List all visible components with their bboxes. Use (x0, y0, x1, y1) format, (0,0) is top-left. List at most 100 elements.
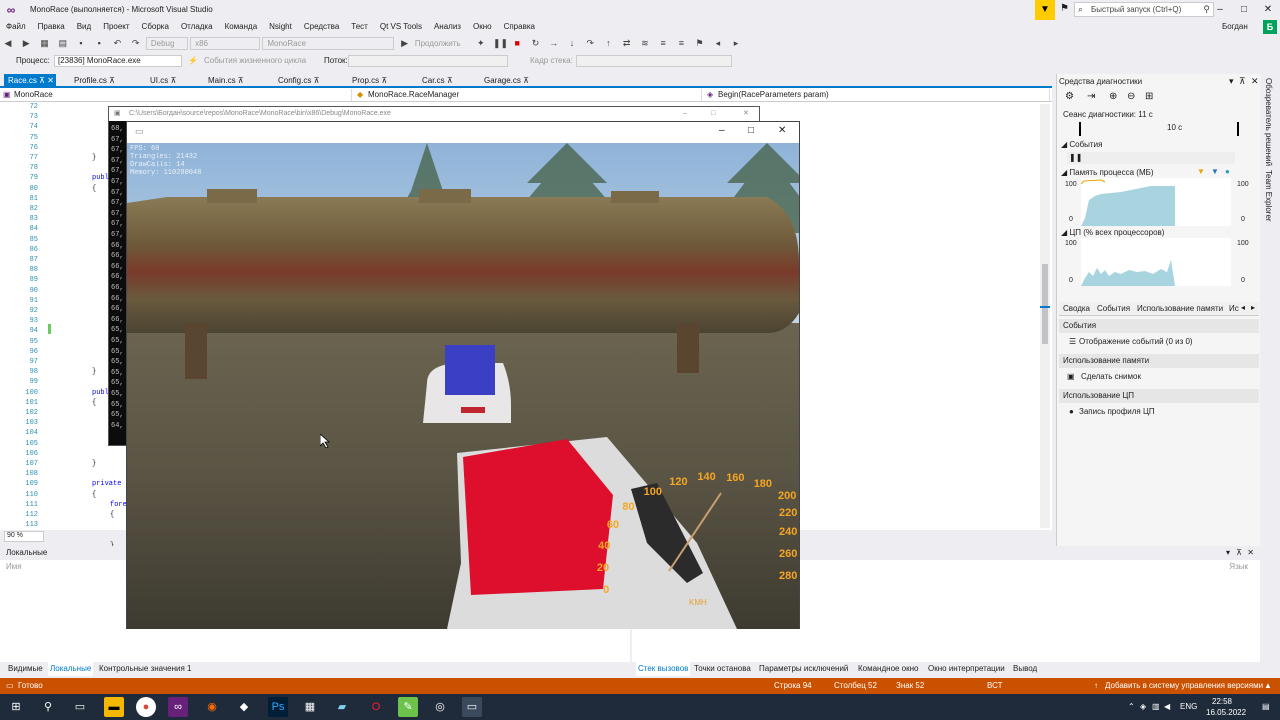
menu-item[interactable]: Проект (103, 20, 129, 34)
uncomment-icon[interactable]: ≡ (675, 37, 687, 49)
editor-vertical-scrollbar[interactable] (1040, 104, 1050, 528)
maximize-button[interactable]: □ (1232, 0, 1256, 20)
menu-item[interactable]: Файл (6, 20, 26, 34)
opera-icon[interactable]: O (366, 697, 386, 717)
game-viewport[interactable]: KMH FPS: 60 Triangles: 21432 DrawCalls: 14… (127, 143, 799, 629)
step-out-icon[interactable]: ↑ (602, 37, 614, 49)
volume-icon[interactable]: ◀ (1164, 694, 1170, 720)
task-view-icon[interactable]: ▭ (70, 697, 90, 717)
tab-cpu-usage[interactable]: Ис (1229, 304, 1239, 313)
notifications-icon[interactable]: ⚑ (1060, 3, 1069, 14)
tray-app-icon[interactable]: ◈ (1140, 694, 1146, 720)
photoshop-icon[interactable]: Ps (268, 697, 288, 717)
team-explorer-tab[interactable]: Team Explorer (1264, 170, 1273, 222)
forward-icon[interactable]: ▶ (20, 37, 32, 49)
file-explorer-icon[interactable]: ▬ (104, 697, 124, 717)
configuration-select[interactable]: Debug (145, 37, 188, 50)
locals-name-column[interactable]: Имя (6, 562, 22, 571)
game-title-bar[interactable]: ▭ – □ ✕ (127, 122, 799, 143)
export-icon[interactable]: ⇥ (1087, 91, 1095, 102)
cpu-graph[interactable] (1081, 238, 1231, 286)
tab-pin-icon[interactable]: ⊼ (236, 76, 244, 85)
close-button[interactable]: ✕ (1256, 0, 1280, 20)
break-all-icon[interactable]: ❚❚ (493, 37, 508, 49)
tabs-next-icon[interactable]: ▸ (1251, 303, 1255, 312)
document-tab[interactable]: Prop.cs ⊼ (348, 74, 408, 88)
project-nav-select[interactable]: ▣ MonoRace (0, 89, 352, 101)
step-over-icon[interactable]: ↷ (584, 37, 596, 49)
menu-item[interactable]: Тест (351, 20, 368, 34)
threads-icon[interactable]: ≋ (639, 37, 651, 49)
timeline-ruler[interactable]: 10 с (1079, 122, 1239, 136)
next-bookmark-icon[interactable]: ▸ (730, 37, 742, 49)
panel-close-icon[interactable]: ✕ (1251, 76, 1259, 87)
action-center-icon[interactable]: ▤ (1262, 694, 1270, 720)
tab-command-window[interactable]: Командное окно (858, 662, 919, 676)
menu-item[interactable]: Анализ (434, 20, 461, 34)
clock[interactable]: 22:58 16.05.2022 (1206, 694, 1246, 718)
save-icon[interactable]: ▪ (75, 37, 87, 49)
user-name[interactable]: Богдан (1222, 22, 1248, 31)
tab-pin-icon[interactable]: ⊼ (107, 76, 115, 85)
tab-events[interactable]: События (1097, 304, 1130, 313)
continue-icon[interactable]: ▶ (399, 37, 411, 49)
menu-item[interactable]: Сборка (142, 20, 169, 34)
comment-icon[interactable]: ≡ (657, 37, 669, 49)
notifications-bell-icon[interactable]: ▲ (1264, 678, 1272, 694)
tab-autos[interactable]: Видимые (8, 662, 43, 676)
tab-breakpoints[interactable]: Точки останова (694, 662, 751, 676)
zoom-select[interactable]: 90 % (4, 531, 44, 542)
thread-select[interactable] (348, 55, 508, 67)
tab-pin-icon[interactable]: ⊼ (168, 76, 176, 85)
game-close-button[interactable]: ✕ (778, 125, 786, 136)
save-all-icon[interactable]: ▪ (93, 37, 105, 49)
tabs-prev-icon[interactable]: ◂ (1241, 303, 1245, 312)
redo-icon[interactable]: ↷ (130, 37, 142, 49)
callstack-dropdown-icon[interactable]: ▾ (1226, 546, 1230, 560)
zoom-in-icon[interactable]: ⊕ (1109, 91, 1117, 102)
memory-graph[interactable] (1081, 178, 1231, 226)
panel-dropdown-icon[interactable]: ▾ (1229, 76, 1234, 87)
stack-frame-select[interactable] (576, 55, 732, 67)
callstack-pin-icon[interactable]: ⊼ (1236, 546, 1242, 560)
process-select[interactable]: [23836] MonoRace.exe (54, 55, 182, 67)
menu-item[interactable]: Вид (77, 20, 91, 34)
network-icon[interactable]: ▥ (1152, 694, 1160, 720)
quick-launch-input[interactable]: ⌕ Быстрый запуск (Ctrl+Q) ⚲ (1074, 2, 1214, 17)
unity-icon[interactable]: ◆ (234, 697, 254, 717)
blender-icon[interactable]: ◉ (202, 697, 222, 717)
tab-pin-icon[interactable]: ⊼ (521, 76, 529, 85)
tab-pin-icon[interactable]: ⊼ (379, 76, 387, 85)
hot-reload-icon[interactable]: ✦ (475, 37, 487, 49)
lifecycle-events-icon[interactable]: ⚡ (188, 53, 198, 68)
notepad-plus-icon[interactable]: ✎ (398, 697, 418, 717)
menu-item[interactable]: Окно (473, 20, 492, 34)
restart-icon[interactable]: ↻ (529, 37, 541, 49)
document-tab[interactable]: Config.cs ⊼ (274, 74, 334, 88)
game-minimize-button[interactable]: – (719, 125, 725, 136)
startup-project-select[interactable]: MonoRace (262, 37, 395, 50)
game-maximize-button[interactable]: □ (748, 125, 754, 136)
document-tab[interactable]: Main.cs ⊼ (204, 74, 264, 88)
step-into-icon[interactable]: ↓ (566, 37, 578, 49)
visual-studio-icon[interactable]: ∞ (168, 697, 188, 717)
zoom-out-icon[interactable]: ⊖ (1127, 91, 1135, 102)
open-file-icon[interactable]: ▤ (57, 37, 69, 49)
menu-item[interactable]: Средства (304, 20, 339, 34)
game-window[interactable]: ▭ – □ ✕ KMH FPS: 60 Triangles: 21432 Dra… (126, 121, 800, 629)
chrome-icon[interactable]: ● (136, 697, 156, 717)
callstack-language-column[interactable]: Язык (1229, 562, 1248, 571)
tab-immediate-window[interactable]: Окно интерпретации (928, 662, 1005, 676)
scrollbar-thumb[interactable] (1042, 264, 1048, 344)
document-tab[interactable]: UI.cs ⊼ (146, 74, 206, 88)
add-to-source-control-button[interactable]: Добавить в систему управления версиями (1105, 678, 1263, 694)
windows-start-icon[interactable]: ⊞ (6, 697, 26, 717)
tab-watch-1[interactable]: Контрольные значения 1 (99, 662, 191, 676)
show-events-link[interactable]: Отображение событий (0 из 0) (1079, 337, 1193, 346)
hex-display-icon[interactable]: ⇄ (621, 37, 633, 49)
feedback-filter-icon[interactable]: ▼ (1035, 0, 1055, 20)
video-editor-icon[interactable]: ▦ (300, 697, 320, 717)
tab-locals[interactable]: Локальные (48, 662, 94, 676)
tab-pin-icon[interactable]: ⊼ (445, 76, 453, 85)
continue-button[interactable]: Продолжить (415, 39, 461, 48)
